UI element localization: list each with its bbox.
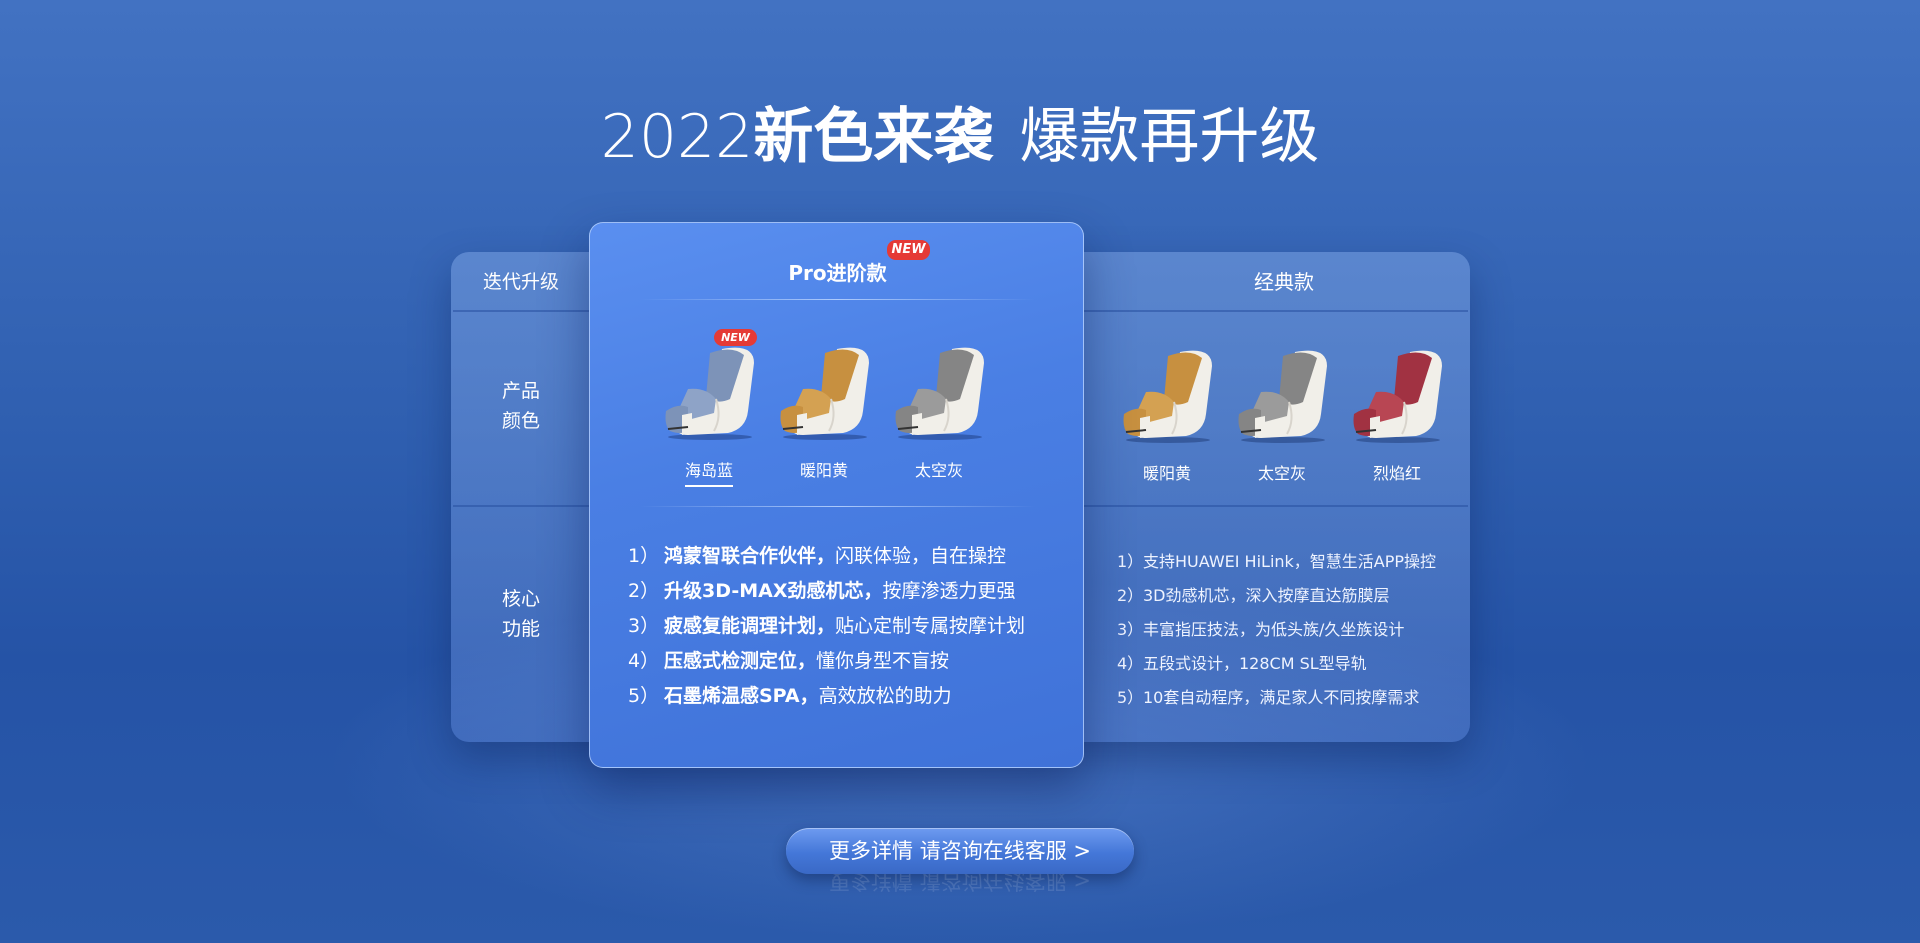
feature-number: 2） [628,580,660,602]
color-label: 暖阳黄 [799,461,848,480]
column-header-label: 迭代升级 [482,271,559,293]
classic-column-title: 经典款 [1254,270,1314,294]
page-headline: 2022新色来袭 爆款再升级 [0,88,1920,175]
massage-chair-image [773,341,875,445]
color-label: 暖阳黄 [1142,464,1191,483]
contact-support-button[interactable]: 更多详情 请咨询在线客服 > [786,828,1134,874]
massage-chair-image [1231,344,1333,448]
header-divider [1084,310,1468,312]
color-option[interactable]: 太空灰 [888,341,990,487]
row-label-features: 核心 功能 [501,588,540,640]
pro-card-title: Pro进阶款 [788,261,887,285]
feature-text: 懂你身型不盲按 [816,650,950,672]
feature-text: 丰富指压技法，为低头族/久坐族设计 [1143,620,1405,639]
selected-underline [685,485,733,487]
feature-item: 4） 压感式检测定位， 懂你身型不盲按 [628,644,1025,679]
feature-number: 1） [1117,552,1144,571]
feature-text: 贴心定制专属按摩计划 [835,615,1026,637]
feature-text: 五段式设计，128CM SL型导轨 [1143,654,1367,673]
feature-number: 4） [1117,654,1144,673]
feature-number: 5） [628,685,660,707]
feature-highlight: 升级3D-MAX劲感机芯， [664,580,883,602]
headline-part2: 爆款再升级 [1019,102,1320,172]
feature-number: 3） [1117,620,1144,639]
feature-item: 3） 丰富指压技法，为低头族/久坐族设计 [1117,613,1436,647]
feature-highlight: 鸿蒙智联合作伙伴， [664,545,836,567]
new-badge: NEW [714,329,757,346]
headline-year: 2022 [600,102,754,172]
feature-number: 4） [628,650,660,672]
color-label: 太空灰 [1257,464,1306,483]
feature-number: 2） [1117,586,1144,605]
feature-highlight: 疲感复能调理计划， [664,615,836,637]
feature-item: 5） 石墨烯温感SPA， 高效放松的助力 [628,679,1025,714]
pro-product-card: Pro进阶款 NEW NEW 海岛蓝 暖阳黄 太空灰 1） 鸿蒙智联合作伙伴， 闪联体验，… [589,222,1084,768]
feature-number: 3） [628,615,660,637]
feature-item: 5） 10套自动程序，满足家人不同按摩需求 [1117,681,1436,715]
color-option[interactable]: NEW 海岛蓝 [658,329,760,487]
color-label: 烈焰红 [1372,464,1421,483]
headline-part1: 新色来袭 [753,102,994,172]
pro-divider [640,506,1035,507]
feature-text: 10套自动程序，满足家人不同按摩需求 [1143,688,1420,707]
new-badge: NEW [887,240,930,260]
color-option[interactable]: 太空灰 [1231,344,1333,484]
feature-item: 3） 疲感复能调理计划， 贴心定制专属按摩计划 [628,609,1025,644]
color-option[interactable]: 暖阳黄 [1116,344,1218,484]
pro-divider [640,299,1035,300]
massage-chair-image [658,341,760,445]
feature-text: 闪联体验，自在操控 [835,545,1007,567]
color-option[interactable]: 暖阳黄 [773,341,875,487]
feature-text: 3D劲感机芯，深入按摩直达筋膜层 [1143,586,1390,605]
massage-chair-image [888,341,990,445]
color-option[interactable]: 烈焰红 [1346,344,1448,484]
feature-text: 高效放松的助力 [818,685,952,707]
feature-highlight: 压感式检测定位， [664,650,817,672]
classic-color-options: 暖阳黄 太空灰 烈焰红 [1116,344,1448,484]
feature-item: 1） 鸿蒙智联合作伙伴， 闪联体验，自在操控 [628,539,1025,574]
feature-item: 2） 升级3D-MAX劲感机芯， 按摩渗透力更强 [628,574,1025,609]
row-label-colors: 产品 颜色 [501,380,540,432]
feature-item: 1） 支持HUAWEI HiLink，智慧生活APP操控 [1117,545,1436,579]
feature-text: 按摩渗透力更强 [882,580,1016,602]
color-label: 海岛蓝 [684,461,733,480]
pro-color-options: NEW 海岛蓝 暖阳黄 太空灰 [658,329,990,487]
feature-text: 支持HUAWEI HiLink，智慧生活APP操控 [1143,552,1437,571]
color-label: 太空灰 [914,461,963,480]
cta-reflection: 更多详情 请咨询在线客服 > [829,874,1091,893]
massage-chair-image [1116,344,1218,448]
feature-item: 2） 3D劲感机芯，深入按摩直达筋膜层 [1117,579,1436,613]
feature-number: 1） [628,545,660,567]
feature-highlight: 石墨烯温感SPA， [664,685,819,707]
classic-feature-list: 1） 支持HUAWEI HiLink，智慧生活APP操控 2） 3D劲感机芯，深入按摩… [1117,545,1436,715]
feature-number: 5） [1117,688,1144,707]
pro-feature-list: 1） 鸿蒙智联合作伙伴， 闪联体验，自在操控 2） 升级3D-MAX劲感机芯， 按摩渗透力… [628,539,1025,714]
row-label-column: 迭代升级 产品 颜色 核心 功能 [451,252,591,742]
massage-chair-image [1346,344,1448,448]
row-divider [1084,505,1468,507]
feature-item: 4） 五段式设计，128CM SL型导轨 [1117,647,1436,681]
